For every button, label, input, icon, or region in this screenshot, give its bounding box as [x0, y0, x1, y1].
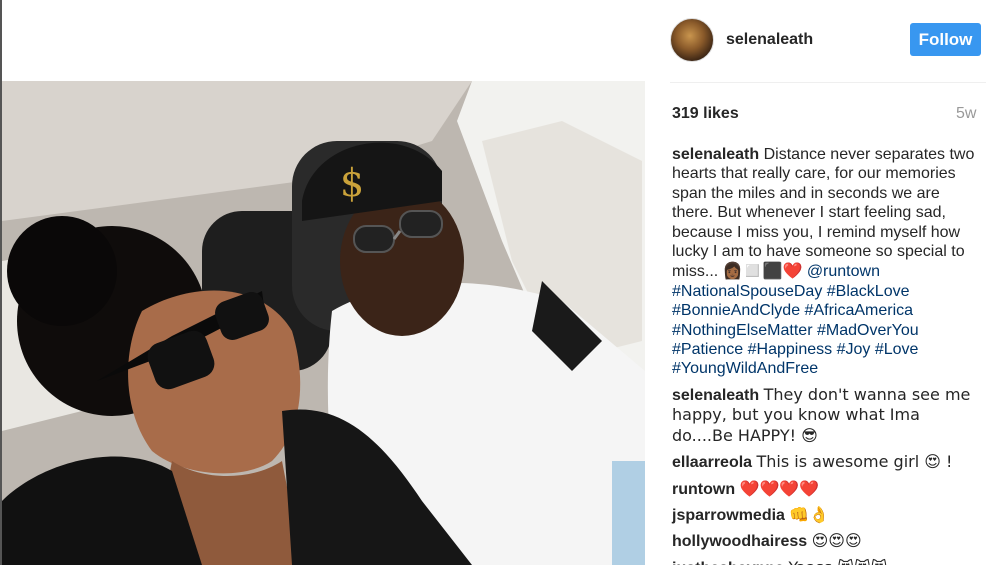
hashtag-link[interactable]: #MadOverYou — [817, 322, 919, 339]
likes-count[interactable]: 319 likes — [672, 105, 739, 123]
caption: selenaleath Distance never separates two… — [672, 145, 982, 379]
post-sidebar: selenaleath Follow 319 likes 5w selenale… — [646, 0, 1000, 575]
comment: ellaarreola This is awesome girl 😍 ! — [672, 452, 982, 472]
comment-author[interactable]: hollywoodhairess — [672, 533, 807, 550]
comment: selenaleath They don't wanna see me happ… — [672, 385, 982, 446]
comment-text: ❤️❤️❤️❤️ — [739, 478, 820, 498]
username-link[interactable]: selenaleath — [726, 31, 813, 49]
post-header: selenaleath Follow — [670, 18, 986, 64]
hashtag-link[interactable]: #Love — [875, 341, 919, 358]
hashtag-link[interactable]: #NothingElseMatter — [672, 322, 813, 339]
hashtag-link[interactable]: #Patience — [672, 341, 743, 358]
comment-author[interactable]: jsparrowmedia — [672, 507, 785, 524]
page-bottom-edge — [0, 565, 1000, 575]
caption-emojis: 👩🏾◻️⬛❤️ — [722, 261, 803, 281]
hashtag-link[interactable]: #Happiness — [748, 341, 833, 358]
hashtag-link[interactable]: #YoungWildAndFree — [672, 360, 818, 377]
comment: jsparrowmedia 👊👌 — [672, 505, 982, 525]
caption-author[interactable]: selenaleath — [672, 146, 759, 163]
comment: runtown ❤️❤️❤️❤️ — [672, 479, 982, 499]
hashtag-link[interactable]: #AfricaAmerica — [805, 302, 913, 319]
comment-text: 👊👌 — [789, 504, 830, 524]
hashtag-link[interactable]: #BlackLove — [827, 283, 910, 300]
hashtag-link[interactable]: #BonnieAndClyde — [672, 302, 800, 319]
avatar[interactable] — [670, 18, 714, 62]
svg-text:$: $ — [340, 161, 364, 205]
comment: hollywoodhairess 😍😍😍 — [672, 531, 982, 551]
comment-text: 😍😍😍 — [811, 531, 862, 551]
post-photo-illustration: $ — [2, 81, 645, 565]
comment-text: This is awesome girl 😍 ! — [756, 452, 953, 472]
comments-list: selenaleath Distance never separates two… — [672, 145, 982, 575]
hashtag-link[interactable]: #Joy — [837, 341, 871, 358]
post-age[interactable]: 5w — [956, 105, 976, 123]
comment-author[interactable]: ellaarreola — [672, 454, 752, 471]
post-photo[interactable]: $ — [2, 81, 645, 565]
caption-text: Distance never separates two hearts that… — [672, 146, 975, 281]
comment-author[interactable]: selenaleath — [672, 387, 759, 404]
follow-button[interactable]: Follow — [910, 23, 981, 56]
hashtag-link[interactable]: #NationalSpouseDay — [672, 283, 822, 300]
comment-author[interactable]: runtown — [672, 481, 735, 498]
caption-mention[interactable]: @runtown — [807, 263, 880, 280]
header-divider — [670, 82, 986, 83]
